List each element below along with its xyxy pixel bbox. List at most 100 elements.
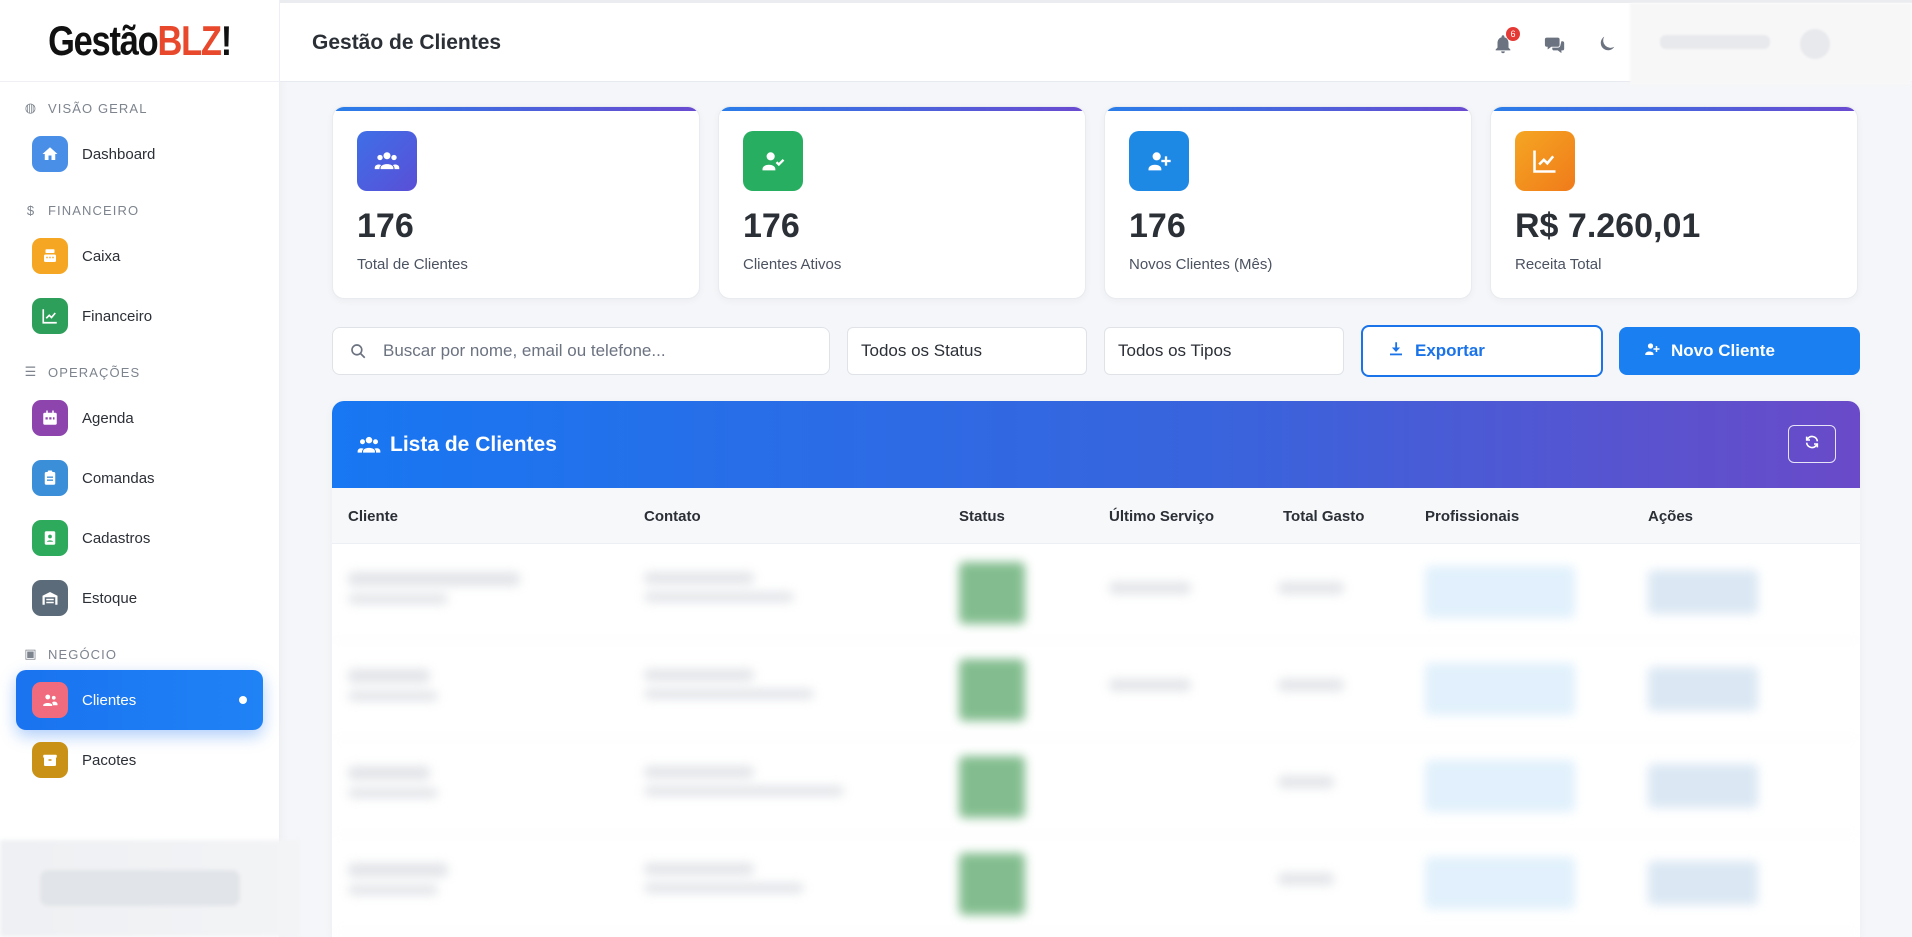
tasks-icon: ☰ (24, 364, 38, 379)
sidebar-item-agenda[interactable]: Agenda (16, 388, 263, 448)
stat-card-clientes-ativos: 176 Clientes Ativos (718, 106, 1086, 299)
sidebar-item-comandas[interactable]: Comandas (16, 448, 263, 508)
brand-logo[interactable]: GestãoBLZ! (0, 0, 279, 82)
stat-value: 176 (1129, 207, 1186, 245)
sidebar-item-pacotes[interactable]: Pacotes (16, 730, 263, 790)
sidebar-item-estoque[interactable]: Estoque (16, 568, 263, 628)
stat-value: 176 (743, 207, 800, 245)
refresh-button[interactable] (1788, 425, 1836, 463)
type-filter-value: Todos os Tipos (1118, 341, 1232, 360)
sidebar-item-label: Pacotes (82, 751, 137, 769)
sidebar-item-label: Caixa (82, 247, 121, 265)
users-icon (32, 682, 68, 718)
panel-header: Lista de Clientes (332, 401, 1860, 488)
refresh-icon (1804, 434, 1820, 455)
clipboard-icon (32, 460, 68, 496)
table-row[interactable] (332, 738, 1860, 835)
page-title: Gestão de Clientes (312, 31, 502, 54)
moon-icon[interactable] (1596, 33, 1618, 55)
sidebar-item-cadastros[interactable]: Cadastros (16, 508, 263, 568)
user-plus-icon (1643, 340, 1661, 363)
panel-title: Lista de Clientes (390, 432, 557, 456)
column-header-acoes[interactable]: Ações (1648, 508, 1693, 525)
download-icon (1387, 340, 1405, 363)
stat-card-receita-total: R$ 7.260,01 Receita Total (1490, 106, 1858, 299)
sidebar-item-label: Estoque (82, 589, 138, 607)
brand-part-2: BLZ (157, 16, 222, 64)
briefcase-icon: ▣ (24, 646, 38, 661)
sidebar-item-label: Dashboard (82, 145, 156, 163)
sidebar-item-label: Agenda (82, 409, 134, 427)
export-label: Exportar (1415, 341, 1485, 360)
nav-section-label: FINANCEIRO (48, 202, 140, 218)
column-header-profissionais[interactable]: Profissionais (1425, 508, 1519, 525)
user-plus-icon (1129, 131, 1189, 191)
sidebar-item-financeiro[interactable]: Financeiro (16, 286, 263, 346)
stat-label: Novos Clientes (Mês) (1129, 256, 1273, 273)
nav-section-label: NEGÓCIO (48, 646, 118, 662)
address-book-icon (32, 520, 68, 556)
clients-table-panel: Lista de Clientes Cliente Contato Status… (332, 401, 1860, 937)
user-check-icon (743, 131, 803, 191)
sidebar-item-label: Financeiro (82, 307, 153, 325)
table-header: Cliente Contato Status Último Serviço To… (332, 488, 1860, 544)
column-header-contato[interactable]: Contato (644, 508, 701, 525)
nav-section-label: OPERAÇÕES (48, 364, 141, 380)
column-header-total-gasto[interactable]: Total Gasto (1283, 508, 1364, 525)
brand-part-3: ! (220, 16, 232, 64)
chart-line-icon (32, 298, 68, 334)
export-button[interactable]: Exportar (1361, 325, 1603, 377)
stat-label: Total de Clientes (357, 256, 468, 273)
type-filter-select[interactable]: Todos os Tipos (1104, 327, 1344, 375)
nav-section-operacoes: ☰ OPERAÇÕES (0, 360, 279, 384)
search-box (332, 327, 830, 375)
status-filter-select[interactable]: Todos os Status (847, 327, 1087, 375)
stat-value: R$ 7.260,01 (1515, 207, 1701, 245)
table-row[interactable] (332, 641, 1860, 738)
nav-section-label: VISÃO GERAL (48, 100, 148, 116)
bell-icon[interactable]: 6 (1492, 27, 1520, 55)
user-profile-blurred[interactable] (0, 840, 300, 937)
column-header-ultimo-servico[interactable]: Último Serviço (1109, 508, 1214, 525)
chart-line-icon (1515, 131, 1575, 191)
stat-label: Receita Total (1515, 256, 1602, 273)
cash-register-icon (32, 238, 68, 274)
notification-badge: 6 (1506, 27, 1520, 41)
stat-card-total-clientes: 176 Total de Clientes (332, 106, 700, 299)
status-filter-value: Todos os Status (861, 341, 982, 360)
new-client-button[interactable]: Novo Cliente (1619, 327, 1860, 375)
column-header-status[interactable]: Status (959, 508, 1005, 525)
table-row[interactable] (332, 544, 1860, 641)
calendar-icon (32, 400, 68, 436)
dollar-icon: $ (26, 202, 36, 218)
home-icon (32, 136, 68, 172)
search-input[interactable] (383, 341, 803, 361)
sidebar-item-caixa[interactable]: Caixa (16, 226, 263, 286)
user-menu-blurred[interactable] (1630, 3, 1912, 85)
active-indicator (239, 696, 247, 704)
nav-section-negocio: ▣ NEGÓCIO (0, 642, 279, 666)
nav-section-financeiro: $ FINANCEIRO (0, 198, 279, 222)
chat-icon[interactable] (1544, 33, 1566, 55)
users-icon (357, 131, 417, 191)
column-header-cliente[interactable]: Cliente (348, 508, 398, 525)
stat-label: Clientes Ativos (743, 256, 842, 273)
palette-icon: ◍ (24, 100, 38, 115)
search-icon (349, 342, 367, 360)
sidebar-item-clientes[interactable]: Clientes (16, 670, 263, 730)
top-header: Gestão de Clientes 6 (280, 0, 1912, 85)
users-icon (356, 432, 382, 458)
nav-section-visao-geral: ◍ VISÃO GERAL (0, 96, 279, 120)
sidebar-item-dashboard[interactable]: Dashboard (16, 124, 263, 184)
stat-value: 176 (357, 207, 414, 245)
stat-card-novos-clientes: 176 Novos Clientes (Mês) (1104, 106, 1472, 299)
sidebar-item-label: Cadastros (82, 529, 151, 547)
sidebar: GestãoBLZ! ◍ VISÃO GERAL Dashboard $ FIN… (0, 0, 300, 937)
brand-part-1: Gestão (48, 16, 159, 64)
sidebar-item-label: Clientes (82, 691, 137, 709)
sidebar-item-label: Comandas (82, 469, 155, 487)
box-icon (32, 742, 68, 778)
table-row[interactable] (332, 835, 1860, 932)
warehouse-icon (32, 580, 68, 616)
new-client-label: Novo Cliente (1671, 341, 1775, 360)
